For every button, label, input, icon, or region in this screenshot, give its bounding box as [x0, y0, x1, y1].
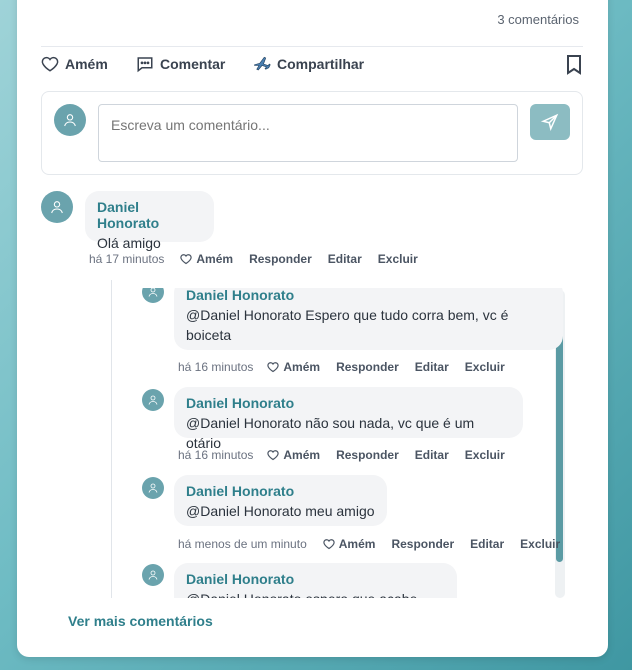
replies-list: Daniel Honorato @Daniel Honorato Espero … — [111, 288, 572, 598]
amen-button[interactable]: Amém — [267, 360, 320, 374]
avatar — [142, 477, 164, 499]
amen-label: Amém — [196, 252, 234, 266]
comment-text: Olá amigo — [97, 235, 161, 251]
amen-button[interactable]: Amém — [323, 537, 376, 551]
avatar — [54, 104, 86, 136]
reply-bubble: Daniel Honorato @Daniel Honorato Espero … — [174, 288, 563, 350]
comment-text: @Daniel Honorato meu amigo — [186, 503, 375, 519]
send-button[interactable] — [530, 104, 570, 140]
reply-button[interactable]: Responder — [391, 537, 454, 551]
comment-time: há 17 minutos — [89, 252, 165, 266]
comment-author[interactable]: Daniel Honorato — [186, 483, 375, 499]
user-icon — [148, 288, 158, 297]
edit-button[interactable]: Editar — [470, 537, 504, 551]
send-icon — [541, 113, 559, 131]
comment-composer — [41, 91, 583, 175]
comment-meta: há menos de um minuto Amém Responder Edi… — [178, 537, 560, 551]
post-actions: Amém Comentar Compartilhar — [41, 55, 583, 77]
comment-count: 3 comentários — [497, 12, 579, 27]
reply-button[interactable]: Responder — [336, 448, 399, 462]
reply-button[interactable]: Responder — [336, 360, 399, 374]
amen-label: Amém — [65, 56, 108, 72]
load-more-comments[interactable]: Ver mais comentários — [68, 613, 213, 629]
heart-icon — [267, 362, 280, 373]
delete-button[interactable]: Excluir — [520, 537, 560, 551]
amen-button[interactable]: Amém — [41, 55, 108, 73]
comment-button[interactable]: Comentar — [136, 55, 225, 73]
user-icon — [148, 395, 158, 405]
avatar — [142, 288, 164, 303]
comment-meta: há 16 minutos Amém Responder Editar Excl… — [178, 360, 505, 374]
edit-button[interactable]: Editar — [415, 360, 449, 374]
divider — [41, 46, 583, 47]
share-button[interactable]: Compartilhar — [253, 55, 364, 73]
reply-bubble: Daniel Honorato @Daniel Honorato não sou… — [174, 387, 523, 451]
comment-bubble: Daniel Honorato Olá amigo — [85, 191, 214, 251]
comment-label: Comentar — [160, 56, 226, 72]
comment-time: há 16 minutos — [178, 448, 254, 462]
comment-meta: há 17 minutos Amém Responder Editar Excl… — [89, 252, 418, 266]
comment-text: @Daniel Honorato Espero que tudo corra b… — [186, 307, 509, 343]
comment-author[interactable]: Daniel Honorato — [186, 571, 445, 587]
avatar — [142, 564, 164, 586]
heart-icon — [180, 254, 193, 265]
comment-meta: há 16 minutos Amém Responder Editar Excl… — [178, 448, 505, 462]
amen-label: Amém — [283, 448, 321, 462]
edit-button[interactable]: Editar — [328, 252, 362, 266]
comment-time: há menos de um minuto — [178, 537, 307, 551]
chat-icon — [137, 57, 153, 73]
reply-bubble: Daniel Honorato @Daniel Honorato espero … — [174, 563, 457, 598]
amen-button[interactable]: Amém — [180, 252, 233, 266]
share-label: Compartilhar — [277, 56, 365, 72]
edit-button[interactable]: Editar — [415, 448, 449, 462]
reply-bubble: Daniel Honorato @Daniel Honorato meu ami… — [174, 475, 387, 526]
amen-label: Amém — [283, 360, 321, 374]
heart-icon — [41, 56, 59, 72]
delete-button[interactable]: Excluir — [465, 360, 505, 374]
delete-button[interactable]: Excluir — [378, 252, 418, 266]
user-icon — [64, 114, 76, 127]
amen-label: Amém — [338, 537, 376, 551]
avatar — [142, 389, 164, 411]
bookmark-icon[interactable] — [565, 55, 583, 75]
heart-icon — [267, 450, 280, 461]
reply-button[interactable]: Responder — [249, 252, 312, 266]
comment-author[interactable]: Daniel Honorato — [186, 288, 551, 303]
heart-icon — [323, 539, 335, 550]
airplane-icon — [254, 56, 271, 71]
comment-time: há 16 minutos — [178, 360, 254, 374]
user-icon — [148, 483, 158, 493]
comment-text: @Daniel Honorato espero que acabe logo — [186, 589, 445, 598]
user-icon — [51, 201, 63, 214]
user-icon — [148, 570, 158, 580]
comment-author[interactable]: Daniel Honorato — [186, 395, 511, 411]
comment-text: @Daniel Honorato não sou nada, vc que é … — [186, 415, 475, 451]
comment-author[interactable]: Daniel Honorato — [97, 199, 202, 231]
delete-button[interactable]: Excluir — [465, 448, 505, 462]
avatar — [41, 191, 73, 223]
comment-input[interactable] — [98, 104, 518, 162]
amen-button[interactable]: Amém — [267, 448, 320, 462]
